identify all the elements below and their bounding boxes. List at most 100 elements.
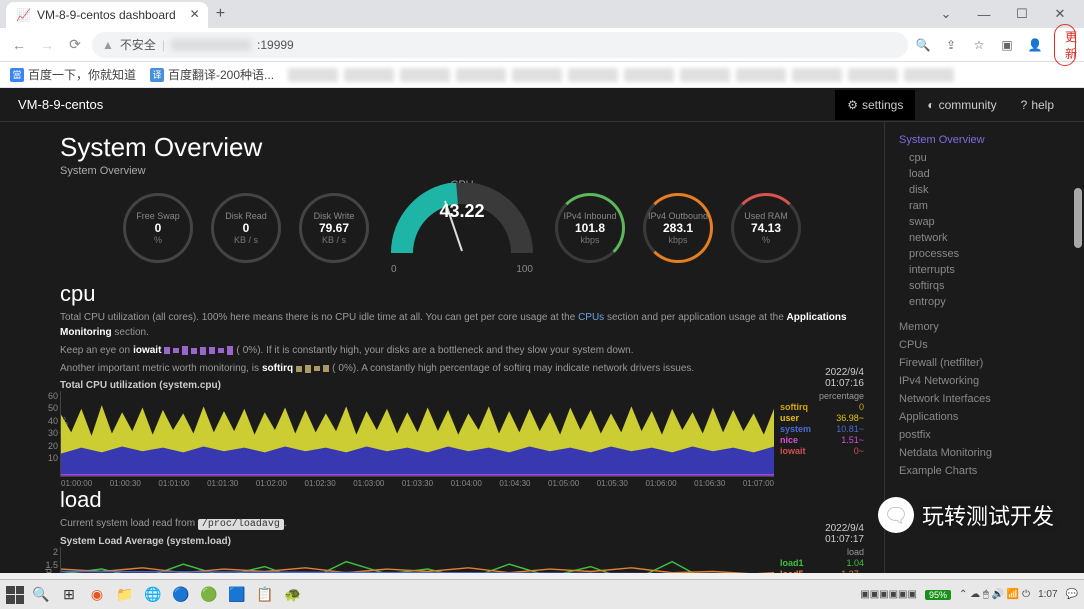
url-port: :19999 [257, 38, 294, 52]
page-scrollbar[interactable] [1074, 188, 1082, 248]
sidebar-item-processes[interactable]: processes [899, 246, 1070, 262]
tab-close-icon[interactable]: ✕ [190, 7, 200, 21]
sidebar-sec-cpus[interactable]: CPUs [899, 336, 1070, 354]
load-heading: load [60, 487, 864, 513]
maximize-button[interactable]: ☐ [1004, 2, 1040, 26]
chevron-down-icon[interactable]: ⌄ [928, 2, 964, 26]
toolbar-icons: 🔍 ⇪ ☆ ▣ 👤 更新 ⋮ [914, 24, 1076, 66]
sidebar-sec-apps[interactable]: Applications [899, 408, 1070, 426]
battery-indicator[interactable]: 95% [925, 590, 951, 600]
search-taskbar-icon[interactable]: 🔍 [30, 584, 52, 606]
gauge-disk-write[interactable]: Disk Write79.67KB / s [299, 193, 369, 263]
address-bar: ← → ⟳ ▲ 不安全 | :19999 🔍 ⇪ ☆ ▣ 👤 更新 ⋮ [0, 28, 1084, 62]
new-tab-button[interactable]: + [216, 5, 225, 23]
hostname[interactable]: VM-8-9-centos [18, 97, 103, 112]
ubuntu-icon[interactable]: ◉ [86, 584, 108, 606]
bookmark-baidu[interactable]: 當百度一下，你就知道 [10, 66, 136, 83]
gauge-ipv4-inbound[interactable]: IPv4 Inbound101.8kbps [555, 193, 625, 263]
system-tray: ▣▣▣▣▣▣ 95% ⌃ ☁ 🖱 🔊 📶 ⏻ 1:07 💬 [860, 589, 1078, 600]
sidebar-sec-firewall[interactable]: Firewall (netfilter) [899, 354, 1070, 372]
app-icon-4[interactable]: 📋 [254, 584, 276, 606]
app-icon-2[interactable]: 🟢 [198, 584, 220, 606]
close-button[interactable]: ✕ [1042, 2, 1078, 26]
sidebar-item-interrupts[interactable]: interrupts [899, 262, 1070, 278]
security-label: 不安全 [120, 36, 156, 53]
gauges-row: CPU Free Swap0% Disk Read0KB / s Disk Wr… [60, 183, 864, 273]
cpu-heading: cpu [60, 281, 864, 307]
yticks: 605040302010 [42, 391, 58, 463]
watermark: 🗨 玩转测试开发 [878, 497, 1054, 533]
forward-button[interactable]: → [36, 37, 58, 53]
cpu-chart-legend: percentage softirq0 user36.98~ system10.… [774, 391, 864, 477]
taskview-icon[interactable]: ⊞ [58, 584, 80, 606]
cpu-desc-2: Keep an eye on iowait (0%). If it is con… [60, 343, 864, 358]
sidebar-item-network[interactable]: network [899, 230, 1070, 246]
page-title: System Overview [60, 132, 864, 163]
share-icon[interactable]: ⇪ [942, 38, 960, 52]
sidebar-sec-ipv4[interactable]: IPv4 Networking [899, 372, 1070, 390]
gauge-disk-read[interactable]: Disk Read0KB / s [211, 193, 281, 263]
back-button[interactable]: ← [8, 37, 30, 53]
bookmarks-bar: 當百度一下，你就知道 译百度翻译-200种语... [0, 62, 1084, 88]
github-icon: ◐ [927, 98, 934, 112]
main-content: System Overview System Overview CPU Free… [0, 122, 884, 573]
sidebar-item-load[interactable]: load [899, 166, 1070, 182]
cpu-desc-1: Total CPU utilization (all cores). 100% … [60, 310, 864, 340]
explorer-icon[interactable]: 📁 [114, 584, 136, 606]
sidebar-sec-memory[interactable]: Memory [899, 318, 1070, 336]
page-subtitle: System Overview [60, 165, 864, 177]
star-icon[interactable]: ☆ [970, 38, 988, 52]
search-icon[interactable]: 🔍 [914, 38, 932, 52]
community-button[interactable]: ◐community [915, 90, 1008, 120]
gauge-cpu[interactable]: 43.22 0 100 [387, 183, 537, 273]
browser-tab[interactable]: 📈 VM-8-9-centos dashboard ✕ [6, 2, 208, 28]
app-topbar: VM-8-9-centos ⚙settings ◐community ?help [0, 88, 1084, 122]
url-blurred [171, 39, 251, 51]
address-input[interactable]: ▲ 不安全 | :19999 [92, 32, 908, 58]
xticks: 01:00:0001:00:3001:01:0001:01:3001:02:00… [61, 479, 774, 488]
start-button[interactable] [6, 586, 24, 604]
sidebar-header[interactable]: System Overview [899, 134, 1070, 146]
chrome-icon[interactable]: 🌐 [142, 584, 164, 606]
tab-title: VM-8-9-centos dashboard [37, 8, 176, 22]
sidebar-item-swap[interactable]: swap [899, 214, 1070, 230]
sidebar-sec-netif[interactable]: Network Interfaces [899, 390, 1070, 408]
gauge-used-ram[interactable]: Used RAM74.13% [731, 193, 801, 263]
sidebar-item-entropy[interactable]: entropy [899, 294, 1070, 310]
gauge-free-swap[interactable]: Free Swap0% [123, 193, 193, 263]
yticks: 21.51 [42, 547, 58, 573]
extensions-icon[interactable]: ▣ [998, 38, 1016, 52]
wechat-icon: 🗨 [878, 497, 914, 533]
gauge-ipv4-outbound[interactable]: IPv4 Outbound283.1kbps [643, 193, 713, 263]
cpus-link[interactable]: CPUs [578, 312, 604, 323]
update-button[interactable]: 更新 ⋮ [1054, 24, 1076, 66]
profile-icon[interactable]: 👤 [1026, 38, 1044, 52]
sidebar-item-disk[interactable]: disk [899, 182, 1070, 198]
app-icon-1[interactable]: 🔵 [170, 584, 192, 606]
load-chart-legend: load load11.04 load51.37~ load151.28~ [774, 547, 864, 573]
clock[interactable]: 1:07 [1038, 589, 1057, 600]
minimize-button[interactable]: — [966, 2, 1002, 26]
notifications-icon[interactable]: 💬 [1066, 589, 1078, 600]
netdata-icon: 📈 [16, 8, 31, 22]
app-icon-5[interactable]: 🐢 [282, 584, 304, 606]
browser-chrome: 📈 VM-8-9-centos dashboard ✕ + ⌄ — ☐ ✕ ← … [0, 0, 1084, 88]
load-chart[interactable]: load 21.51 load load11.04 load51.37~ loa… [60, 547, 864, 573]
sidebar-item-softirqs[interactable]: softirqs [899, 278, 1070, 294]
sidebar-item-ram[interactable]: ram [899, 198, 1070, 214]
settings-button[interactable]: ⚙settings [835, 90, 915, 120]
netdata-app: VM-8-9-centos ⚙settings ◐community ?help… [0, 88, 1084, 573]
app-icon-3[interactable]: 🟦 [226, 584, 248, 606]
gear-icon: ⚙ [847, 98, 858, 112]
help-icon: ? [1021, 98, 1028, 112]
sidebar-item-cpu[interactable]: cpu [899, 150, 1070, 166]
sidebar-sec-example[interactable]: Example Charts [899, 462, 1070, 480]
sidebar-sec-netdata[interactable]: Netdata Monitoring [899, 444, 1070, 462]
bookmark-fanyi[interactable]: 译百度翻译-200种语... [150, 66, 274, 83]
help-button[interactable]: ?help [1009, 90, 1066, 120]
window-controls: ⌄ — ☐ ✕ [928, 2, 1078, 26]
sidebar-sec-postfix[interactable]: postfix [899, 426, 1070, 444]
insecure-icon: ▲ [102, 38, 114, 52]
cpu-chart[interactable]: percentage 605040302010 01:00:0001:00:30… [60, 391, 864, 477]
reload-button[interactable]: ⟳ [64, 36, 86, 53]
